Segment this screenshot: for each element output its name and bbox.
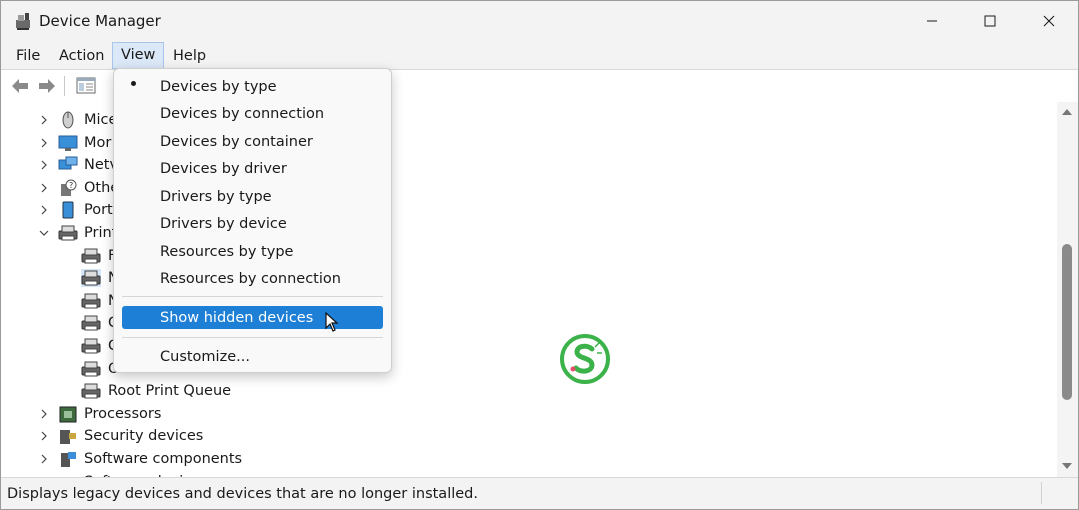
checked-bullet-icon (131, 81, 136, 86)
minimize-button[interactable] (903, 1, 961, 41)
menu-separator (122, 296, 383, 297)
close-button[interactable] (1020, 1, 1078, 41)
menu-separator (122, 337, 383, 338)
tree-row-label: Software components (84, 451, 243, 467)
properties-console-icon[interactable] (75, 75, 97, 97)
scroll-down-icon[interactable] (1062, 462, 1072, 470)
tree-row-label: Processors (84, 405, 162, 422)
menu-item-show-hidden-devices[interactable]: Show hidden devices (160, 306, 313, 330)
printer-icon (58, 225, 78, 241)
view-dropdown-menu: Devices by type Devices by connection De… (113, 68, 392, 373)
tree-category-row[interactable]: Processors (1, 403, 1051, 425)
menu-item-resources-by-connection[interactable]: Resources by connection (160, 267, 341, 291)
maximize-icon (984, 15, 996, 27)
chevron-right-icon[interactable] (39, 138, 49, 148)
close-icon (1043, 15, 1055, 27)
tree-child-row[interactable]: Root Print Queue (1, 380, 1051, 402)
menu-bar: File Action View Help (1, 41, 1078, 69)
unknown-device-icon: ? (61, 179, 77, 196)
menu-help[interactable]: Help (167, 44, 212, 68)
printer-icon (81, 338, 101, 354)
tree-category-row[interactable]: Software components (1, 448, 1051, 470)
menu-file[interactable]: File (10, 44, 46, 68)
svg-text:?: ? (69, 181, 73, 190)
device-manager-icon (16, 13, 30, 30)
mouse-cursor-icon (325, 312, 339, 332)
menu-item-devices-by-driver[interactable]: Devices by driver (160, 157, 287, 181)
tree-row-label: Security devices (84, 428, 204, 445)
vertical-scrollbar[interactable] (1057, 102, 1078, 477)
chevron-down-icon[interactable] (39, 228, 49, 238)
menu-item-devices-by-type[interactable]: Devices by type (160, 75, 277, 99)
printer-icon (81, 269, 101, 288)
network-adapter-icon (58, 156, 78, 170)
chevron-right-icon[interactable] (39, 409, 49, 419)
status-bar: Displays legacy devices and devices that… (1, 477, 1078, 509)
software-component-icon (61, 452, 76, 467)
scroll-up-icon[interactable] (1062, 108, 1072, 116)
printer-icon (81, 248, 101, 264)
chevron-right-icon[interactable] (39, 160, 49, 170)
printer-icon (81, 361, 101, 377)
menu-view[interactable]: View (112, 42, 165, 69)
portable-device-icon (62, 201, 74, 219)
maximize-button[interactable] (961, 1, 1019, 41)
menu-item-devices-by-connection[interactable]: Devices by connection (160, 102, 324, 126)
chevron-right-icon[interactable] (39, 454, 49, 464)
scroll-thumb[interactable] (1062, 244, 1072, 400)
window-title: Device Manager (39, 12, 161, 30)
back-arrow-icon[interactable] (9, 75, 31, 97)
tree-row-label: Mor (84, 134, 112, 151)
menu-item-resources-by-type[interactable]: Resources by type (160, 240, 293, 264)
printer-icon (81, 315, 101, 331)
minimize-icon (927, 20, 937, 22)
security-device-icon (60, 430, 76, 445)
printer-icon (81, 383, 101, 399)
menu-item-devices-by-container[interactable]: Devices by container (160, 130, 313, 154)
menu-item-drivers-by-device[interactable]: Drivers by device (160, 212, 287, 236)
menu-item-drivers-by-type[interactable]: Drivers by type (160, 185, 272, 209)
menu-item-customize[interactable]: Customize... (160, 345, 250, 369)
printer-icon (81, 293, 101, 309)
tree-category-row[interactable]: Security devices (1, 425, 1051, 447)
device-manager-window: Device Manager File Action View Help Mic… (0, 0, 1079, 510)
tree-row-label: Root Print Queue (108, 383, 232, 400)
chevron-right-icon[interactable] (39, 183, 49, 193)
chevron-right-icon[interactable] (39, 115, 49, 125)
chevron-right-icon[interactable] (39, 431, 49, 441)
monitor-icon (58, 135, 78, 151)
chevron-right-icon[interactable] (39, 205, 49, 215)
forward-arrow-icon[interactable] (36, 75, 58, 97)
menu-action[interactable]: Action (53, 44, 110, 68)
mouse-icon (62, 111, 74, 129)
status-divider (1041, 482, 1042, 504)
toolbar-separator (64, 76, 65, 96)
processor-icon (59, 406, 77, 423)
watermark-logo-icon (560, 334, 610, 384)
title-bar[interactable]: Device Manager (1, 1, 1078, 41)
status-text: Displays legacy devices and devices that… (7, 486, 478, 502)
